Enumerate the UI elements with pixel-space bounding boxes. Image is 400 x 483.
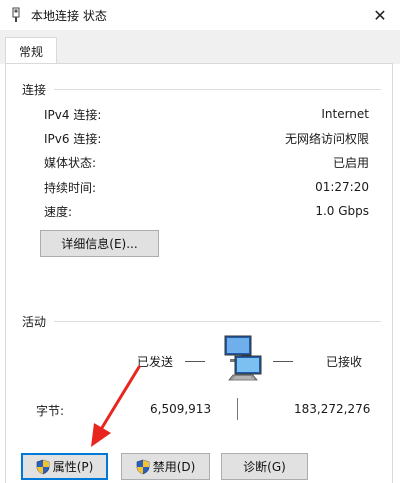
speed-row: 速度: 1.0 Gbps [44, 201, 369, 221]
ipv6-value: 无网络访问权限 [284, 131, 369, 146]
speed-value: 1.0 Gbps [315, 204, 369, 218]
bytes-sent-value: 6,509,913 [150, 402, 212, 416]
ipv6-row: IPv6 连接: 无网络访问权限 [44, 128, 369, 148]
received-label: 已接收 [326, 355, 363, 369]
activity-group-label: 活动 [22, 315, 47, 329]
connection-group-label: 连接 [22, 83, 47, 97]
media-state-row: 媒体状态: 已启用 [44, 152, 369, 172]
uac-shield-icon [36, 459, 50, 475]
speed-label: 速度: [44, 204, 73, 219]
bytes-separator [237, 398, 238, 420]
duration-label: 持续时间: [44, 180, 97, 195]
duration-value: 01:27:20 [315, 180, 369, 194]
bytes-label: 字节: [36, 404, 65, 418]
ipv6-label: IPv6 连接: [44, 131, 102, 146]
disable-button-label: 禁用(D) [152, 460, 196, 474]
details-button[interactable]: 详细信息(E)... [40, 230, 159, 257]
sent-dash [185, 361, 205, 362]
bytes-received-value: 183,272,276 [294, 402, 371, 416]
received-dash [273, 361, 293, 362]
ipv4-row: IPv4 连接: Internet [44, 104, 369, 124]
duration-row: 持续时间: 01:27:20 [44, 177, 369, 197]
sent-label: 已发送 [137, 355, 174, 369]
properties-button[interactable]: 属性(P) [21, 453, 108, 480]
network-connection-icon [8, 7, 24, 23]
media-state-value: 已启用 [332, 155, 369, 170]
connection-group-divider [54, 89, 381, 90]
tab-general[interactable]: 常规 [5, 37, 57, 65]
close-button[interactable]: ✕ [360, 0, 400, 30]
ipv4-value: Internet [321, 107, 369, 121]
properties-button-label: 属性(P) [52, 460, 94, 474]
network-computers-icon [213, 334, 263, 382]
diagnose-button[interactable]: 诊断(G) [221, 453, 308, 480]
disable-button[interactable]: 禁用(D) [121, 453, 210, 480]
media-state-label: 媒体状态: [44, 155, 97, 170]
ipv4-label: IPv4 连接: [44, 107, 102, 122]
general-panel: 连接 IPv4 连接: Internet IPv6 连接: 无网络访问权限 媒体… [5, 63, 393, 483]
tab-strip: 常规 [0, 30, 400, 65]
uac-shield-icon [136, 459, 150, 475]
activity-group-divider [54, 321, 381, 322]
window-title: 本地连接 状态 [31, 8, 107, 23]
title-bar: 本地连接 状态 ✕ [0, 0, 400, 30]
